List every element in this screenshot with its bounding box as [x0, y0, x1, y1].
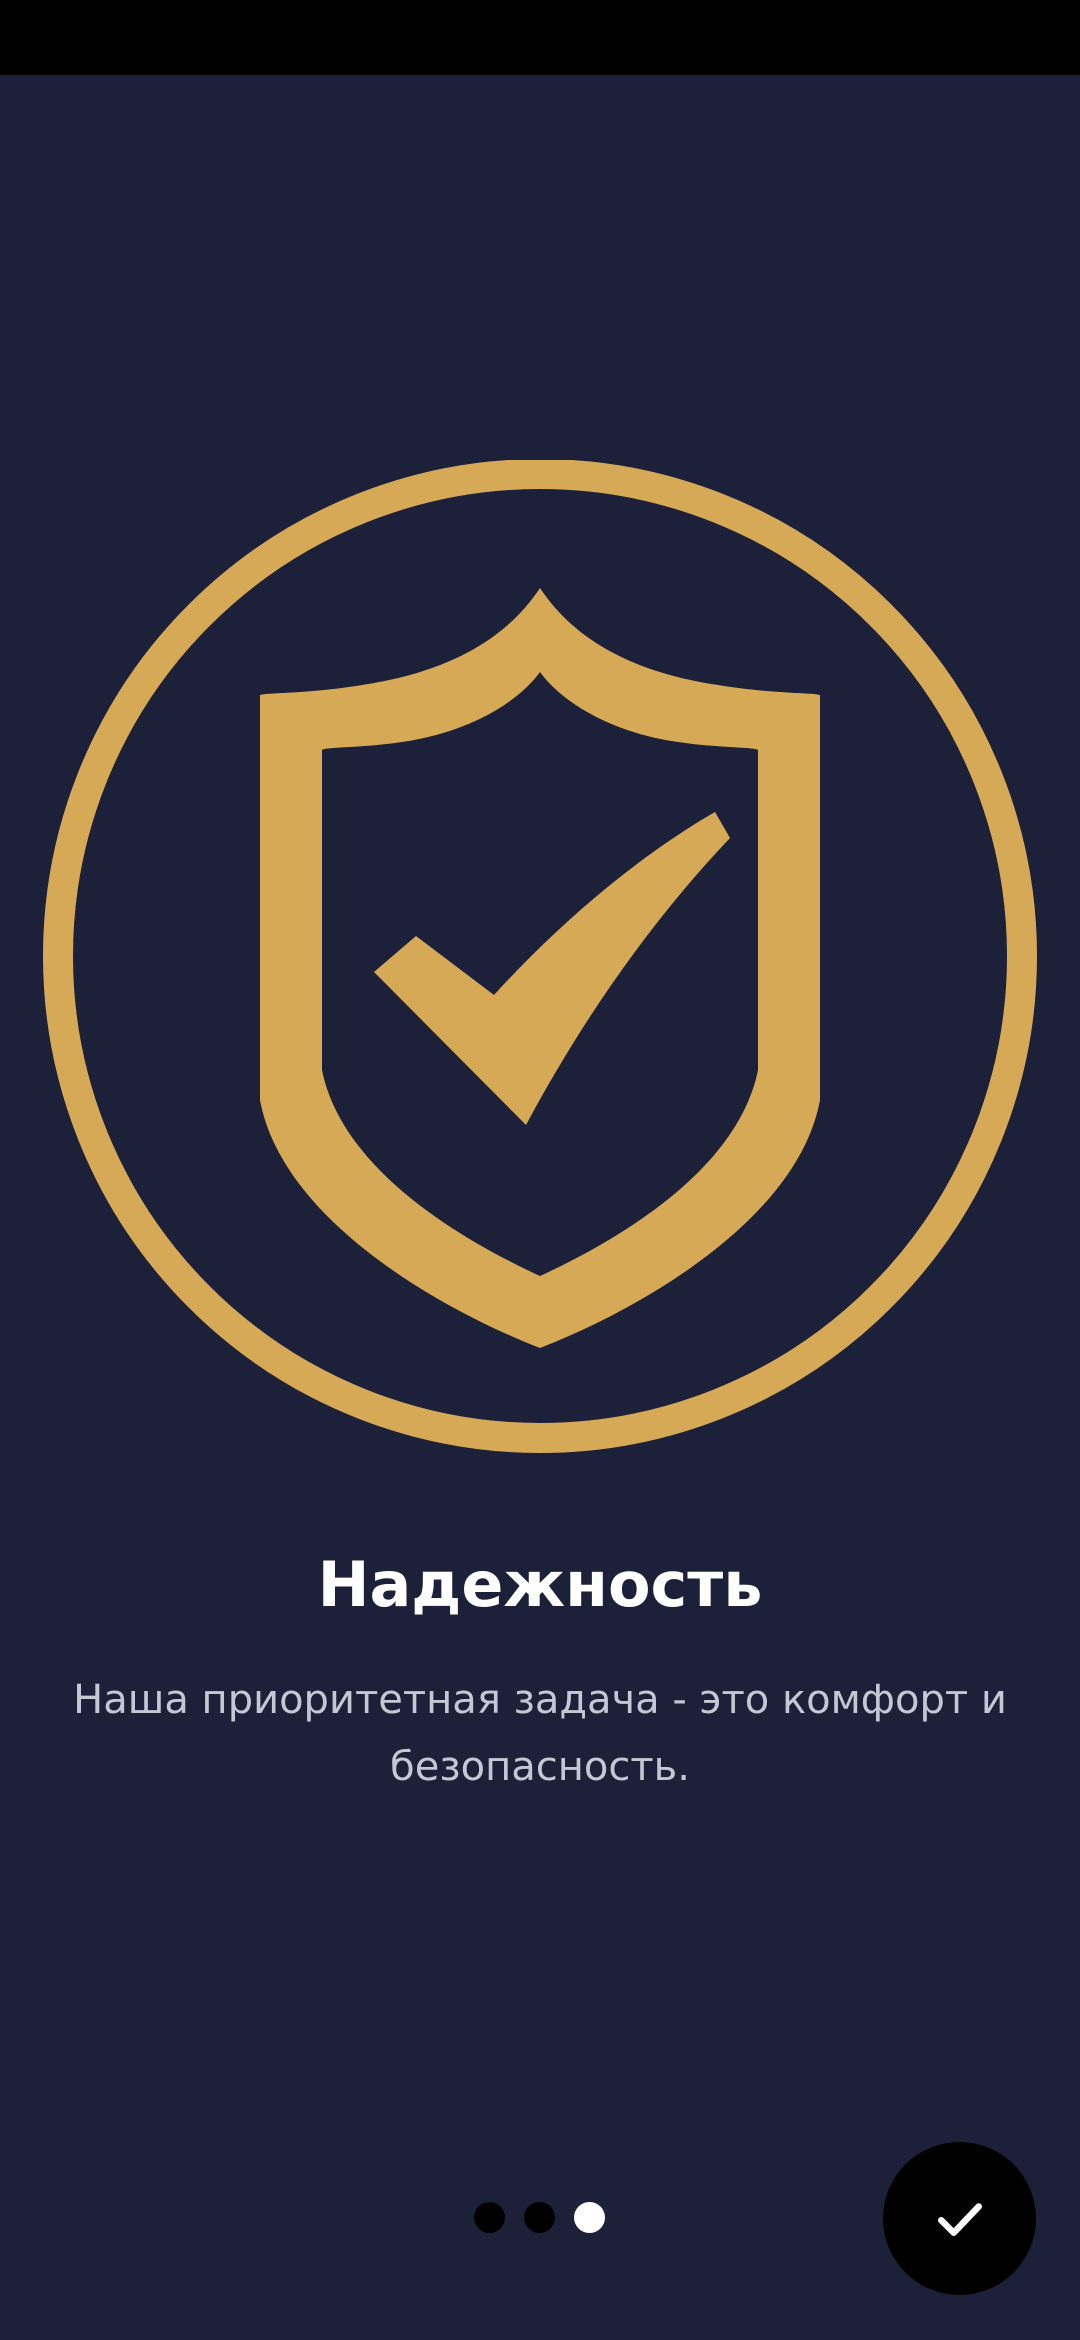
- shield-check-icon: [42, 460, 1038, 1453]
- done-button[interactable]: [883, 2142, 1036, 2295]
- onboarding-screen: Надежность Наша приоритетная задача - эт…: [0, 0, 1080, 2340]
- page-indicator: [474, 2202, 605, 2234]
- page-dot-2[interactable]: [524, 2202, 555, 2233]
- page-dot-1[interactable]: [474, 2202, 505, 2233]
- checkmark-icon: [937, 2202, 982, 2236]
- onboarding-description: Наша приоритетная задача - это комфорт и…: [73, 1677, 1007, 1790]
- onboarding-title: Надежность: [317, 1548, 763, 1621]
- status-bar: [0, 0, 1080, 75]
- page-dot-3-active[interactable]: [574, 2202, 605, 2233]
